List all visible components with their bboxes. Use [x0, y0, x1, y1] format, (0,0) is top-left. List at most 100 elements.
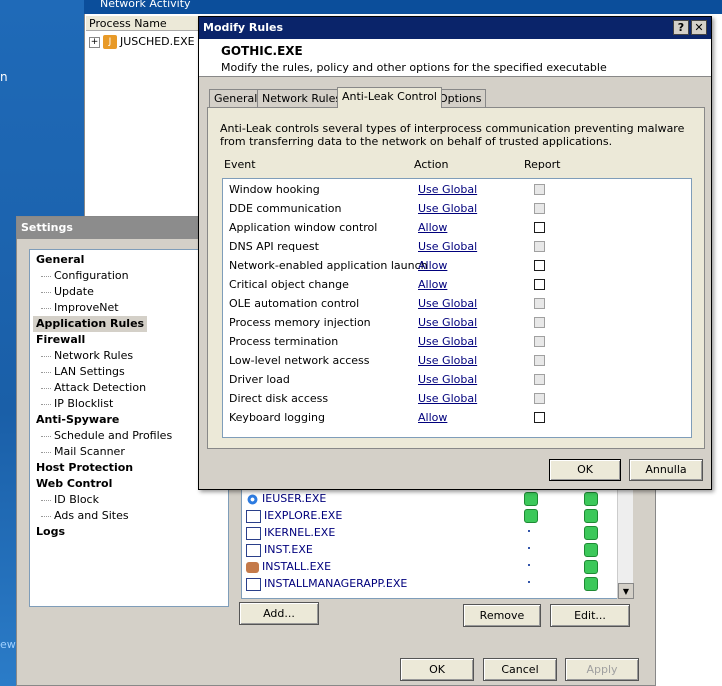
- report-checkbox[interactable]: [534, 317, 545, 328]
- tree-item-ads-and-sites[interactable]: Ads and Sites: [41, 508, 129, 524]
- modify-ok-button[interactable]: OK: [549, 459, 621, 481]
- status-indicator-icon[interactable]: [584, 526, 598, 540]
- network-activity-titlebar: Network Activity: [84, 0, 722, 14]
- status-indicator-icon[interactable]: [584, 577, 598, 591]
- tree-item-id-block[interactable]: ID Block: [41, 492, 99, 508]
- cancel-button[interactable]: Cancel: [483, 658, 557, 681]
- status-indicator-icon[interactable]: [584, 509, 598, 523]
- action-link[interactable]: Use Global: [418, 313, 477, 332]
- report-column-header: Report: [524, 158, 561, 171]
- report-checkbox[interactable]: [534, 355, 545, 366]
- report-checkbox[interactable]: [534, 298, 545, 309]
- action-link[interactable]: Use Global: [418, 332, 477, 351]
- report-checkbox[interactable]: [534, 393, 545, 404]
- network-activity-title: Network Activity: [100, 0, 191, 10]
- action-link[interactable]: Use Global: [418, 389, 477, 408]
- tree-item-ip-blocklist[interactable]: IP Blocklist: [40, 396, 113, 412]
- status-dot-icon[interactable]: [528, 564, 530, 566]
- action-link[interactable]: Allow: [418, 218, 447, 237]
- tree-item-network-rules[interactable]: Network Rules: [40, 348, 133, 364]
- status-dot-icon[interactable]: [528, 547, 530, 549]
- list-item: DDE communication Use Global: [223, 199, 691, 218]
- report-checkbox[interactable]: [534, 336, 545, 347]
- installer-icon: [246, 561, 259, 573]
- tree-item-application-rules[interactable]: Application Rules: [33, 316, 148, 332]
- settings-title: Settings: [21, 221, 73, 234]
- add-button[interactable]: Add...: [239, 602, 319, 625]
- action-link[interactable]: Use Global: [418, 237, 477, 256]
- action-column-header: Action: [414, 158, 449, 171]
- action-link[interactable]: Use Global: [418, 180, 477, 199]
- process-row[interactable]: + J JUSCHED.EXE: [86, 34, 198, 50]
- tree-item-general[interactable]: General: [36, 252, 84, 268]
- tab-anti-leak-control[interactable]: Anti-Leak Control: [337, 87, 442, 108]
- list-item: Driver load Use Global: [223, 370, 691, 389]
- tab-network-rules[interactable]: Network Rules: [257, 89, 347, 107]
- tree-item-logs[interactable]: Logs: [36, 524, 65, 540]
- report-checkbox[interactable]: [534, 184, 545, 195]
- scroll-down-icon[interactable]: ▼: [618, 583, 634, 599]
- action-link[interactable]: Allow: [418, 408, 447, 427]
- table-row[interactable]: INST.EXE: [246, 541, 626, 558]
- report-checkbox[interactable]: [534, 241, 545, 252]
- modify-rules-titlebar: Modify Rules ? ✕: [199, 17, 711, 39]
- table-row[interactable]: INSTALL.EXE: [246, 558, 626, 575]
- tree-item-host-protection[interactable]: Host Protection: [36, 460, 133, 476]
- event-name: Direct disk access: [229, 392, 329, 405]
- status-indicator-icon[interactable]: [524, 492, 538, 506]
- table-row[interactable]: IKERNEL.EXE: [246, 524, 626, 541]
- report-checkbox[interactable]: [534, 222, 545, 233]
- table-row[interactable]: IEUSER.EXE: [246, 490, 626, 507]
- status-dot-icon[interactable]: [528, 581, 530, 583]
- process-name-header[interactable]: Process Name: [86, 16, 198, 31]
- tree-item-mail-scanner[interactable]: Mail Scanner: [41, 444, 125, 460]
- table-row[interactable]: IEXPLORE.EXE: [246, 507, 626, 524]
- scrollbar[interactable]: ▼: [617, 487, 634, 599]
- tab-general[interactable]: General: [209, 89, 263, 107]
- table-row[interactable]: INSTALLMANAGERAPP.EXE: [246, 575, 626, 592]
- tree-item-configuration[interactable]: Configuration: [41, 268, 129, 284]
- action-link[interactable]: Allow: [418, 256, 447, 275]
- tree-item-attack-detection[interactable]: Attack Detection: [40, 380, 146, 396]
- modify-rules-title: Modify Rules: [203, 21, 284, 34]
- report-checkbox[interactable]: [534, 412, 545, 423]
- status-indicator-icon[interactable]: [584, 560, 598, 574]
- apply-button[interactable]: Apply: [565, 658, 639, 681]
- action-link[interactable]: Use Global: [418, 351, 477, 370]
- list-item: Window hooking Use Global: [223, 180, 691, 199]
- event-name: Critical object change: [229, 278, 349, 291]
- status-indicator-icon[interactable]: [584, 492, 598, 506]
- list-item: Direct disk access Use Global: [223, 389, 691, 408]
- process-name: INST.EXE: [264, 543, 313, 556]
- tree-item-improvenet[interactable]: ImproveNet: [41, 300, 119, 316]
- status-dot-icon[interactable]: [528, 530, 530, 532]
- process-name: JUSCHED.EXE: [120, 35, 195, 48]
- executable-name: GOTHIC.EXE: [221, 44, 303, 58]
- window-icon: [246, 509, 261, 523]
- modify-cancel-button[interactable]: Annulla: [629, 459, 703, 481]
- report-checkbox[interactable]: [534, 260, 545, 271]
- action-link[interactable]: Use Global: [418, 370, 477, 389]
- action-link[interactable]: Allow: [418, 275, 447, 294]
- tree-item-lan-settings[interactable]: LAN Settings: [41, 364, 125, 380]
- tree-item-schedule-and-profiles[interactable]: Schedule and Profiles: [40, 428, 172, 444]
- help-icon[interactable]: ?: [673, 20, 689, 35]
- edit-button[interactable]: Edit...: [550, 604, 630, 627]
- event-name: Low-level network access: [229, 354, 370, 367]
- ok-button[interactable]: OK: [400, 658, 474, 681]
- tree-item-anti-spyware[interactable]: Anti-Spyware: [36, 412, 119, 428]
- status-indicator-icon[interactable]: [584, 543, 598, 557]
- remove-button[interactable]: Remove: [463, 604, 541, 627]
- report-checkbox[interactable]: [534, 203, 545, 214]
- expand-icon[interactable]: +: [89, 36, 100, 48]
- tree-item-firewall[interactable]: Firewall: [36, 332, 85, 348]
- status-indicator-icon[interactable]: [524, 509, 538, 523]
- tree-item-update[interactable]: Update: [41, 284, 94, 300]
- report-checkbox[interactable]: [534, 374, 545, 385]
- list-item: Process termination Use Global: [223, 332, 691, 351]
- action-link[interactable]: Use Global: [418, 199, 477, 218]
- tree-item-web-control[interactable]: Web Control: [36, 476, 112, 492]
- report-checkbox[interactable]: [534, 279, 545, 290]
- close-icon[interactable]: ✕: [691, 20, 707, 35]
- action-link[interactable]: Use Global: [418, 294, 477, 313]
